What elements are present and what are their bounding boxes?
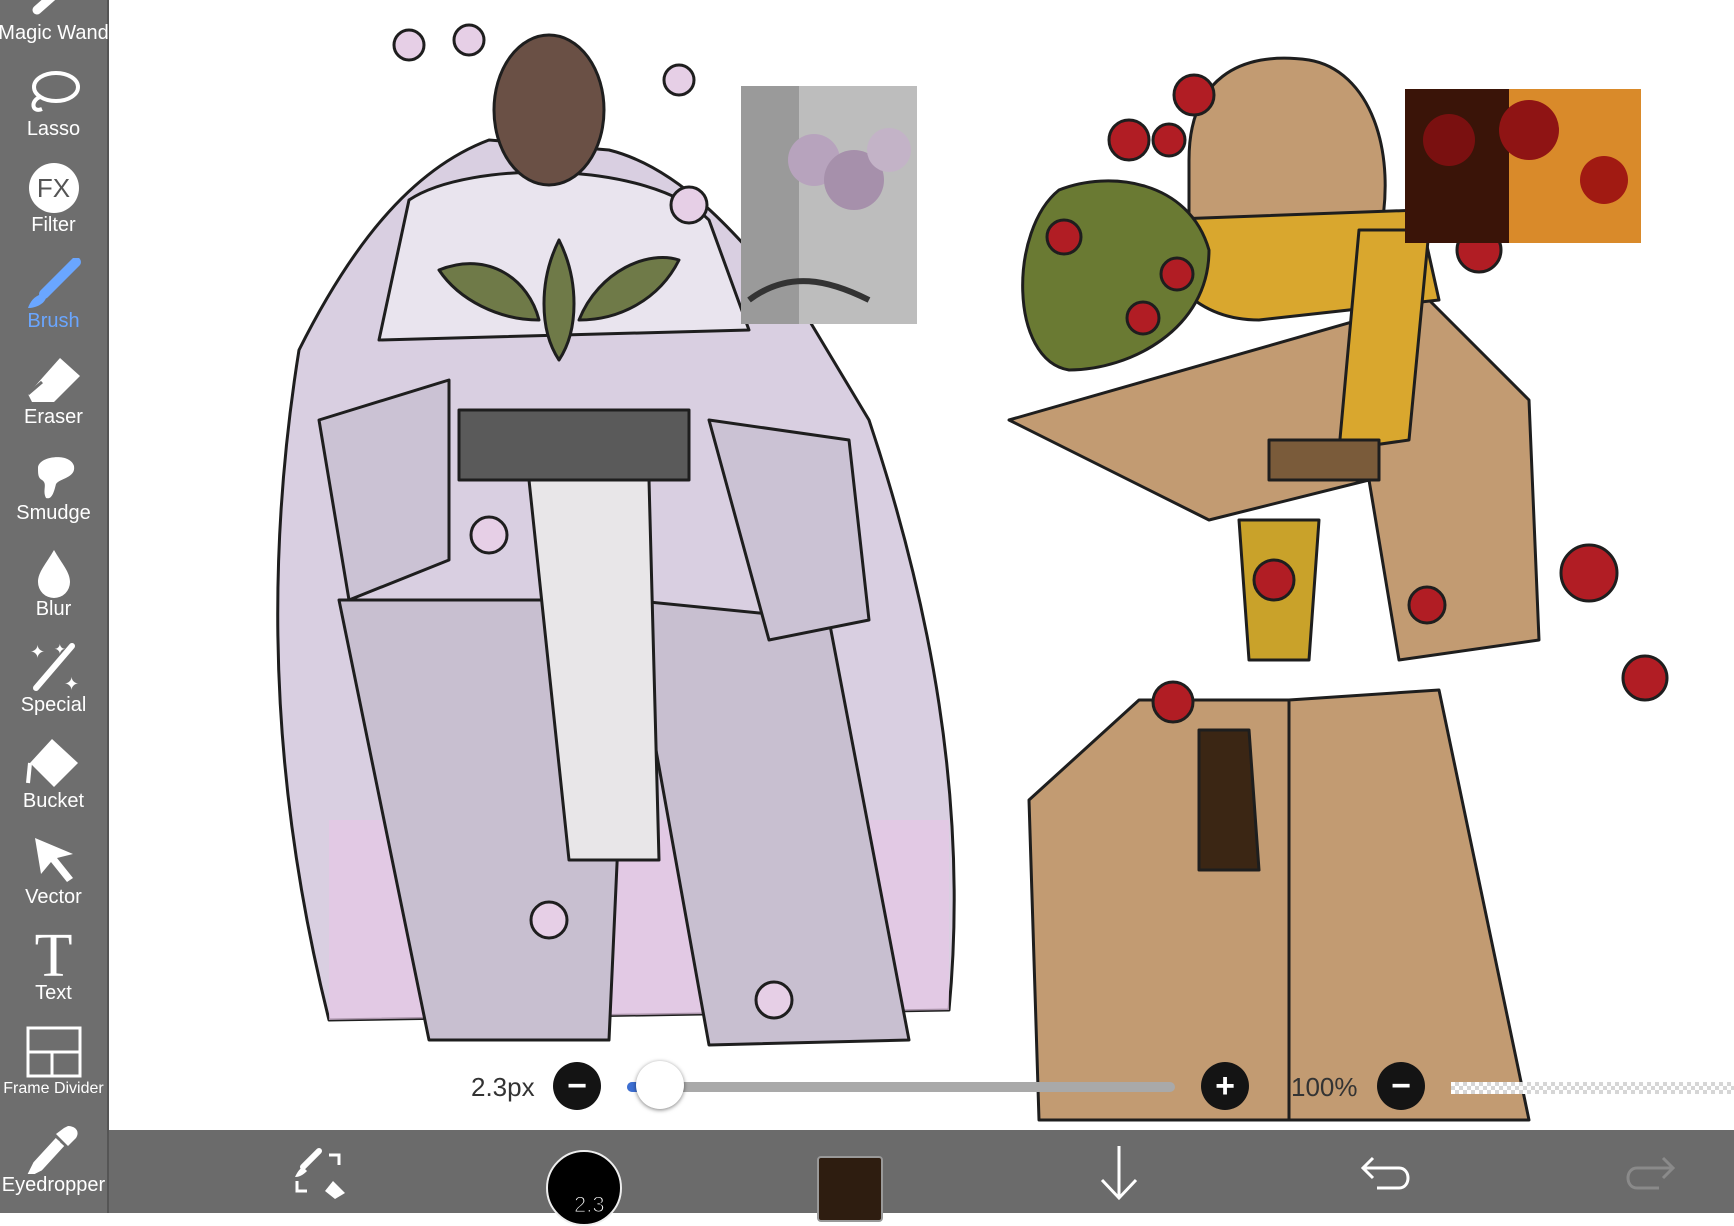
plus-icon: + — [1215, 1066, 1235, 1105]
tool-brush[interactable]: Brush — [0, 246, 107, 338]
orchid-reference-image — [741, 86, 917, 324]
brush-size-slider-handle[interactable] — [635, 1061, 684, 1109]
brush-eraser-swap-icon — [295, 1147, 345, 1199]
brush-icon — [23, 258, 85, 310]
opacity-label: 100% — [1291, 1072, 1358, 1102]
opacity-decrease-button[interactable]: − — [1377, 1062, 1425, 1110]
pointer-icon — [23, 834, 85, 886]
tool-vector[interactable]: Vector — [0, 822, 107, 914]
svg-text:✦: ✦ — [64, 674, 79, 694]
brush-size-increase-button[interactable]: + — [1201, 1062, 1249, 1110]
layer-down-button[interactable] — [1079, 1130, 1159, 1213]
bucket-icon — [23, 738, 85, 790]
lasso-icon — [23, 66, 85, 118]
smudge-icon — [23, 450, 85, 502]
tool-frame-divider[interactable]: Frame Divider — [0, 1014, 107, 1106]
sparkle-icon: ✦ ✦ ✦ — [23, 641, 85, 694]
brush-size-decrease-button[interactable]: − — [553, 1062, 601, 1110]
svg-text:✦: ✦ — [30, 642, 45, 662]
tool-label: Filter — [31, 214, 76, 236]
minus-icon: − — [1391, 1066, 1411, 1105]
redo-icon — [1626, 1156, 1676, 1189]
tool-label: Bucket — [22, 790, 85, 812]
opacity-slider[interactable] — [1451, 1082, 1734, 1094]
tool-label: Eyedropper — [1, 1174, 106, 1196]
minus-icon: − — [567, 1066, 587, 1105]
tool-label: Frame Divider — [3, 1080, 104, 1097]
drawing-canvas[interactable] — [109, 0, 1734, 1130]
brush-preview-size: 2.3 — [574, 1192, 606, 1218]
tool-magic-wand[interactable]: Magic Wand — [0, 0, 109, 50]
tool-panel: Magic Wand Lasso FX Filter Brush Eraser … — [0, 0, 109, 1213]
swap-brush-eraser-button[interactable] — [279, 1130, 359, 1213]
text-icon: T — [34, 922, 73, 990]
eraser-icon — [23, 354, 85, 406]
tool-label: Text — [35, 982, 72, 1004]
tool-label: Magic Wand — [0, 22, 109, 44]
eyedropper-icon — [23, 1122, 85, 1174]
brush-size-label: 2.3px — [471, 1072, 535, 1102]
tool-bucket[interactable]: Bucket — [0, 726, 107, 818]
frame-divider-icon — [23, 1026, 85, 1078]
brush-size-slider[interactable] — [627, 1082, 1175, 1092]
bottom-toolbar: 2.3 — [109, 1130, 1734, 1226]
fx-icon: FX — [23, 162, 85, 214]
svg-text:✦: ✦ — [54, 641, 66, 657]
tool-eyedropper[interactable]: Eyedropper — [0, 1110, 107, 1202]
tool-label: Blur — [35, 598, 72, 620]
redo-button[interactable] — [1609, 1130, 1689, 1213]
poppy-reference-image — [1405, 89, 1641, 243]
undo-icon — [1360, 1156, 1410, 1189]
tool-text[interactable]: T Text — [0, 918, 107, 1010]
tool-special[interactable]: ✦ ✦ ✦ Special — [0, 630, 107, 722]
blur-drop-icon — [23, 546, 85, 598]
tool-smudge[interactable]: Smudge — [0, 438, 107, 530]
tool-label: Smudge — [16, 502, 91, 524]
tool-label: Eraser — [24, 406, 83, 428]
current-color-swatch[interactable] — [817, 1156, 883, 1222]
arrow-down-icon — [1100, 1145, 1138, 1200]
brush-size-bar: 2.3px − + 100% − — [109, 1060, 1734, 1112]
tool-eraser[interactable]: Eraser — [0, 342, 107, 434]
tool-label: Brush — [27, 310, 80, 332]
undo-button[interactable] — [1347, 1130, 1427, 1213]
tool-blur[interactable]: Blur — [0, 534, 107, 626]
tool-filter[interactable]: FX Filter — [0, 150, 107, 242]
tool-label: Special — [20, 694, 87, 716]
artwork — [276, 23, 1669, 1122]
tool-label: Vector — [25, 886, 82, 908]
tool-lasso[interactable]: Lasso — [0, 54, 107, 146]
magic-wand-icon — [23, 0, 85, 22]
tool-label: Lasso — [26, 118, 81, 140]
